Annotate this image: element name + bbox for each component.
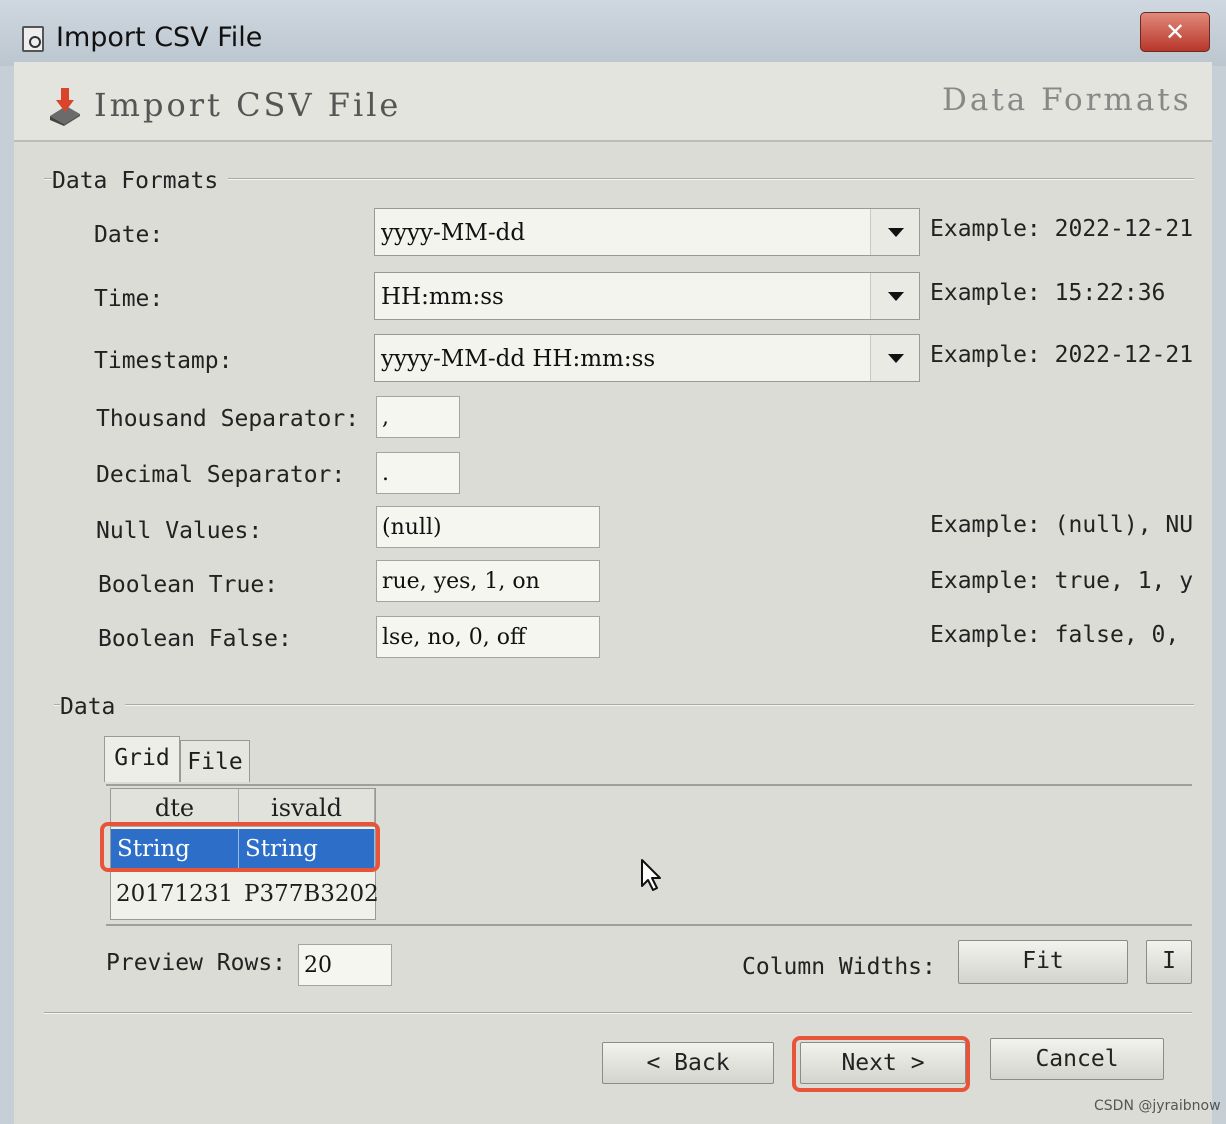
preview-rows-input[interactable]: 20 <box>298 944 392 986</box>
grid-column-header[interactable]: dte <box>111 789 239 827</box>
chevron-down-icon[interactable] <box>870 273 919 319</box>
app-icon <box>22 26 44 52</box>
timestamp-example: Example: 2022-12-21 <box>930 342 1194 368</box>
wizard-header: Import CSV File Data Formats <box>14 62 1212 142</box>
time-example: Example: 15:22:36 <box>930 280 1166 306</box>
preview-rows-value: 20 <box>304 953 332 978</box>
null-values-label: Null Values: <box>96 518 263 544</box>
chevron-down-icon[interactable] <box>870 209 919 255</box>
null-values-value: (null) <box>382 515 442 540</box>
import-csv-dialog: Import CSV File ✕ Import CSV File Data F… <box>0 0 1226 1124</box>
tab-grid[interactable]: Grid <box>104 736 180 782</box>
wizard-step-title: Data Formats <box>942 82 1192 118</box>
boolean-false-example: Example: false, 0, <box>930 622 1180 648</box>
grid-type-cell[interactable]: String <box>111 829 239 869</box>
boolean-false-input[interactable]: lse, no, 0, off <box>376 616 600 658</box>
import-icon <box>50 88 80 126</box>
boolean-false-value: lse, no, 0, off <box>382 625 526 650</box>
boolean-false-label: Boolean False: <box>98 626 292 652</box>
grid-data-cell[interactable]: 20171231 <box>111 875 239 913</box>
boolean-true-example: Example: true, 1, y <box>930 568 1194 594</box>
chevron-down-icon[interactable] <box>870 335 919 381</box>
back-button[interactable]: < Back <box>602 1042 774 1084</box>
timestamp-format-value: yyyy-MM-dd HH:mm:ss <box>381 346 656 372</box>
preview-rows-label: Preview Rows: <box>106 950 287 976</box>
time-format-value: HH:mm:ss <box>381 284 504 310</box>
grid-type-cell[interactable]: String <box>239 829 375 869</box>
watermark: CSDN @jyraibnow <box>1094 1098 1221 1114</box>
window-title: Import CSV File <box>56 22 263 53</box>
grid-data-cell[interactable]: P377B3202 <box>239 875 379 913</box>
timestamp-format-combo[interactable]: yyyy-MM-dd HH:mm:ss <box>374 334 920 382</box>
footer-divider <box>44 1012 1192 1014</box>
time-format-combo[interactable]: HH:mm:ss <box>374 272 920 320</box>
grid-column-header[interactable]: isvald <box>239 789 375 827</box>
boolean-true-value: rue, yes, 1, on <box>382 569 540 594</box>
boolean-true-input[interactable]: rue, yes, 1, on <box>376 560 600 602</box>
mouse-cursor-icon <box>641 859 661 891</box>
time-label: Time: <box>94 286 164 312</box>
decimal-separator-label: Decimal Separator: <box>96 462 346 488</box>
timestamp-label: Timestamp: <box>94 348 233 374</box>
column-widths-label: Column Widths: <box>742 954 936 980</box>
cancel-button[interactable]: Cancel <box>990 1038 1164 1080</box>
fit-button[interactable]: Fit <box>958 940 1128 984</box>
column-width-button[interactable]: I <box>1146 940 1192 984</box>
title-bar[interactable]: Import CSV File ✕ <box>0 0 1226 66</box>
data-divider <box>54 704 1194 706</box>
data-formats-group-label: Data Formats <box>52 168 229 194</box>
next-button[interactable]: Next > <box>800 1042 966 1084</box>
date-format-combo[interactable]: yyyy-MM-dd <box>374 208 920 256</box>
wizard-title: Import CSV File <box>94 86 402 124</box>
null-values-example: Example: (null), NU <box>930 512 1194 538</box>
decimal-separator-input[interactable]: . <box>376 452 460 494</box>
decimal-separator-value: . <box>382 461 389 486</box>
boolean-true-label: Boolean True: <box>98 572 279 598</box>
thousand-separator-input[interactable]: , <box>376 396 460 438</box>
close-button[interactable]: ✕ <box>1140 12 1210 52</box>
dialog-body: Import CSV File Data Formats Data Format… <box>14 62 1212 1124</box>
thousand-separator-value: , <box>382 405 389 430</box>
tab-file[interactable]: File <box>180 740 250 782</box>
data-group-label: Data <box>60 694 126 720</box>
preview-grid[interactable]: dte isvald String String 20171231 P377B3… <box>110 788 379 920</box>
null-values-input[interactable]: (null) <box>376 506 600 548</box>
date-format-value: yyyy-MM-dd <box>381 220 526 246</box>
date-label: Date: <box>94 222 164 248</box>
date-example: Example: 2022-12-21 <box>930 216 1194 242</box>
thousand-separator-label: Thousand Separator: <box>96 406 360 432</box>
